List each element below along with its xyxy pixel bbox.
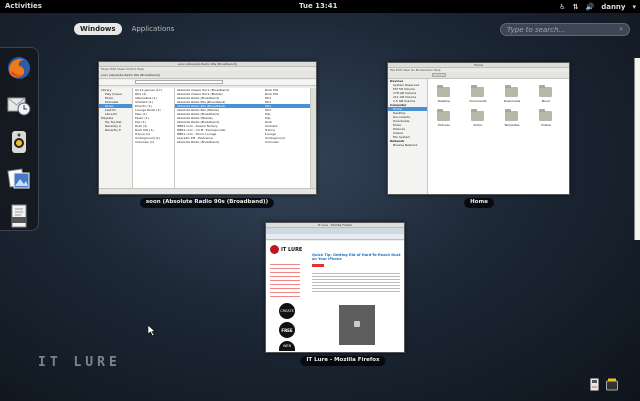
site-logo[interactable]: IT LURE (270, 245, 302, 254)
places-sidebar: Devices System Reserved FAT 58 Volume 17… (388, 79, 428, 194)
filter-input[interactable] (135, 80, 223, 84)
logo-mark-icon (270, 245, 279, 254)
folder-label: Music (541, 99, 551, 103)
post-title[interactable]: Quick Tip: Getting Rid of Hard-To-Reach … (312, 253, 402, 261)
mail-clock-icon[interactable] (5, 91, 33, 118)
now-playing-label: soon (Absolute Radio 90s (Broadband)) (101, 72, 160, 77)
clock[interactable]: Tue 13:41 (299, 2, 337, 10)
window-caption-audio-player[interactable]: soon (Absolute Radio 90s (Broadband)) (139, 198, 275, 208)
web-page: IT LURE Quick Tip: Getting Rid of Hard-T… (266, 241, 404, 352)
search-field[interactable]: Type to search... ⌕ (500, 23, 630, 36)
search-icon: ⌕ (619, 25, 623, 33)
folder-icon[interactable] (505, 85, 518, 97)
accessibility-icon[interactable]: ♿ (559, 3, 565, 11)
tab-applications[interactable]: Applications (126, 23, 181, 35)
next-workspace-preview[interactable] (634, 58, 640, 240)
category-menu[interactable] (270, 261, 300, 297)
player-toolbar: soon (Absolute Radio 90s (Broadband)) (99, 71, 316, 79)
genre-list: All 12 genres (17) 80's (2) Alternative … (133, 88, 175, 188)
dash (0, 47, 39, 231)
location-button[interactable] (432, 73, 446, 77)
mouse-cursor-icon (148, 325, 156, 336)
window-caption-firefox[interactable]: IT Lure - Mozilla Firefox (300, 356, 386, 366)
sidebar-item[interactable]: Recently P (99, 128, 132, 132)
folder-label: Public (473, 123, 483, 127)
system-tray: ♿ ⇅ 🔊 danny ▾ (559, 1, 636, 12)
removable-drive-icon[interactable] (590, 378, 599, 391)
toolbar (388, 72, 569, 79)
window-thumbnail-firefox[interactable]: IT Lure - Mozilla Firefox IT LURE Quick … (265, 222, 405, 353)
plugin-icon (354, 321, 360, 327)
volume-icon[interactable]: 🔊 (586, 3, 595, 11)
sidebar-item[interactable]: Browse Network (388, 143, 427, 147)
activities-button[interactable]: Activities (5, 2, 42, 10)
folder-icon[interactable] (539, 85, 552, 97)
table-row[interactable]: Absolute Radio (Broadband) Unknown (175, 140, 310, 144)
folder-icon[interactable] (505, 109, 518, 121)
overview-view-switcher: Windows Applications (74, 23, 180, 35)
post-excerpt (312, 271, 400, 293)
folder-icon[interactable] (471, 85, 484, 97)
status-bar (99, 188, 316, 194)
badge-create: CREATE (279, 303, 295, 319)
folder-icon[interactable] (437, 85, 450, 97)
network-icon[interactable]: ⇅ (573, 3, 579, 11)
station-name: Absolute Radio (Broadband) (177, 140, 220, 144)
folder-label: Desktop (437, 99, 451, 103)
top-bar: Activities Tue 13:41 ♿ ⇅ 🔊 danny ▾ (0, 0, 640, 13)
station-list: Absolute Classic Rock (Broadband) Rock Mi… (175, 88, 311, 188)
user-menu[interactable]: danny (601, 3, 625, 11)
window-caption-file-manager[interactable]: Home (464, 198, 494, 208)
file-grid: Desktop Documents Downloads Music Pictur… (428, 79, 569, 194)
user-menu-chevron-icon[interactable]: ▾ (632, 3, 636, 11)
badge-web: WEB (279, 341, 295, 351)
library-sidebar: Library Play Queue Music Podcasts Radio … (99, 88, 133, 194)
sound-player-icon[interactable] (5, 128, 33, 155)
folder-icon[interactable] (471, 109, 484, 121)
tab-windows[interactable]: Windows (74, 23, 122, 35)
scrollbar[interactable] (311, 88, 316, 188)
folder-label: Documents (469, 99, 487, 103)
window-thumbnail-file-manager[interactable]: Home File Edit View Go Bookmarks Help De… (387, 62, 570, 195)
folder-icon[interactable] (539, 109, 552, 121)
window-thumbnail-audio-player[interactable]: soon (Absolute Radio 90s (Broadband)) Mu… (98, 61, 317, 195)
status-icon[interactable] (606, 378, 618, 391)
folder-label: Downloads (503, 99, 521, 103)
message-tray (590, 378, 618, 391)
folder-icon[interactable] (437, 109, 450, 121)
search-input[interactable]: Type to search... (507, 26, 619, 34)
list-item[interactable]: Unknown (1) (133, 140, 174, 144)
filter-bar (99, 80, 316, 86)
site-name: IT LURE (281, 246, 303, 253)
station-genre: Unknown (265, 140, 279, 144)
folder-label: Pictures (438, 123, 450, 127)
firefox-icon[interactable] (5, 54, 33, 81)
image-viewer-icon[interactable] (5, 166, 33, 193)
category-badge[interactable] (312, 264, 324, 267)
watermark: IT LURE (38, 355, 121, 370)
embedded-video[interactable] (339, 305, 375, 345)
badge-free: FREE (279, 322, 295, 338)
folder-label: Videos (541, 123, 551, 127)
url-bar[interactable] (266, 234, 404, 240)
folder-label: Templates (504, 123, 520, 127)
document-icon[interactable] (5, 203, 33, 230)
